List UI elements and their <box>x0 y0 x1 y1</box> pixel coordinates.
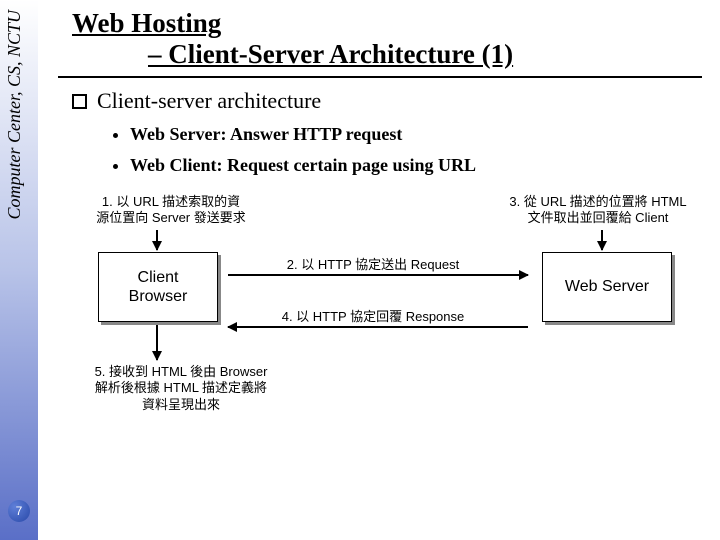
sidebar-label: Computer Center, CS, NCTU <box>4 10 25 220</box>
title-divider <box>58 76 702 78</box>
arrow-down-icon <box>601 230 603 250</box>
step-3-note: 3. 從 URL 描述的位置將 HTML 文件取出並回覆給 Client <box>498 194 698 227</box>
title-line-2: – Client-Server Architecture (1) <box>148 39 702 70</box>
bullet-item: Web Server: Answer HTTP request <box>130 124 702 145</box>
arrow-right-icon <box>228 274 528 276</box>
arrow-left-icon <box>228 326 528 328</box>
server-box: Web Server <box>542 252 672 322</box>
architecture-diagram: 1. 以 URL 描述索取的資 源位置向 Server 發送要求 3. 從 UR… <box>58 194 698 454</box>
page-number-badge: 7 <box>8 500 30 522</box>
square-bullet-icon <box>72 94 87 109</box>
slide-title: Web Hosting – Client-Server Architecture… <box>72 8 702 74</box>
arrow-down-icon <box>156 230 158 250</box>
step-1-note: 1. 以 URL 描述索取的資 源位置向 Server 發送要求 <box>76 194 266 227</box>
slide-content: Web Hosting – Client-Server Architecture… <box>58 8 702 454</box>
bullet-list: Web Server: Answer HTTP request Web Clie… <box>120 124 702 176</box>
client-box: Client Browser <box>98 252 218 322</box>
step-5-note: 5. 接收到 HTML 後由 Browser 解析後根據 HTML 描述定義將 … <box>76 364 286 413</box>
sidebar: Computer Center, CS, NCTU <box>0 0 38 540</box>
step-2-label: 2. 以 HTTP 協定送出 Request <box>253 254 493 273</box>
title-line-1: Web Hosting <box>72 8 702 39</box>
section-heading: Client-server architecture <box>72 88 702 114</box>
bullet-item: Web Client: Request certain page using U… <box>130 155 702 176</box>
step-4-label: 4. 以 HTTP 協定回覆 Response <box>253 306 493 325</box>
arrow-down-icon <box>156 324 158 360</box>
section-heading-text: Client-server architecture <box>97 88 321 114</box>
